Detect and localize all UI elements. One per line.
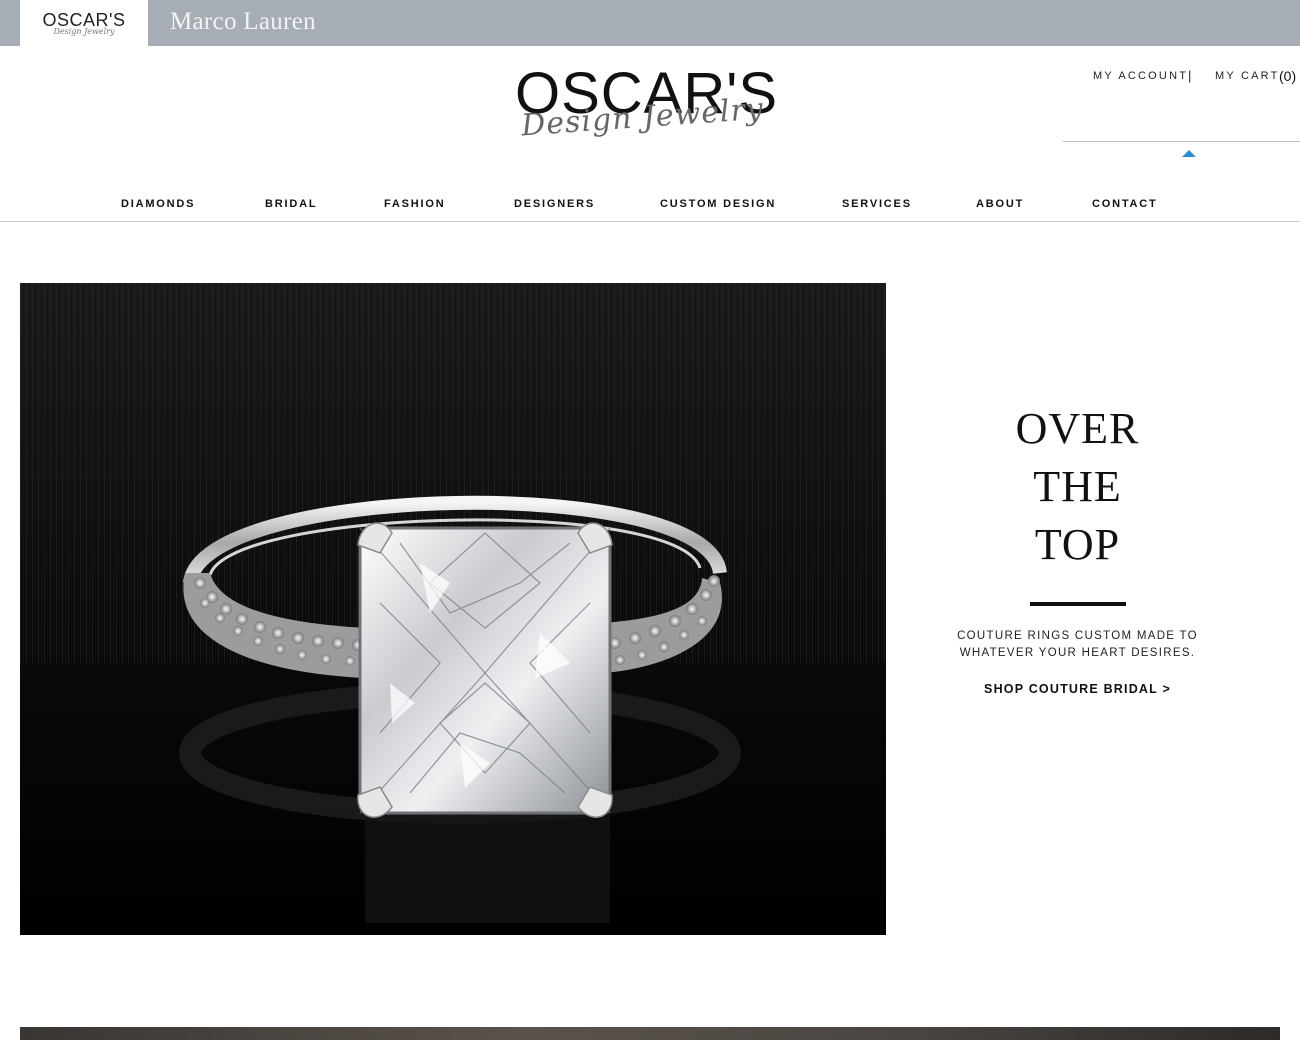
hero-ring-image[interactable] [20,283,886,935]
nav-item-fashion[interactable]: FASHION [384,198,446,210]
cart-count[interactable]: (0) [1279,68,1296,84]
promo-description-line-2: WHATEVER YOUR HEART DESIRES. [959,647,1196,659]
search-input[interactable] [1063,110,1300,140]
brand-tab-oscars[interactable]: OSCAR'S Design Jewelry [20,0,148,46]
next-banner-image[interactable] [20,1027,1280,1040]
search-underline [1063,141,1300,142]
promo-divider [1029,602,1126,606]
nav-item-about[interactable]: ABOUT [976,198,1024,210]
brand-tab-marco-lauren[interactable]: Marco Lauren [170,8,316,36]
my-account-link[interactable]: MY ACCOUNT [1093,70,1188,82]
promo-title-line-3: TOP [1034,520,1121,569]
nav-item-diamonds[interactable]: DIAMONDS [121,198,195,210]
caret-up-icon [1182,150,1196,157]
promo-title-line-2: THE [1033,462,1122,511]
promo-description-line-1: COUTURE RINGS CUSTOM MADE TO [957,630,1198,642]
nav-item-bridal[interactable]: BRIDAL [265,198,317,210]
header-separator: | [1188,68,1194,83]
brand-switcher-bar: OSCAR'S Design Jewelry Marco Lauren [0,0,1300,46]
site-logo[interactable]: OSCAR'S Design Jewelry [495,60,790,180]
promo-description: COUTURE RINGS CUSTOM MADE TO WHATEVER YO… [900,628,1255,662]
promo-panel: OVER THE TOP COUTURE RINGS CUSTOM MADE T… [900,400,1255,698]
nav-item-designers[interactable]: DESIGNERS [514,198,595,210]
brand-tab-oscars-script: Design Jewelry [53,26,115,36]
my-cart-link[interactable]: MY CART [1215,70,1280,82]
shop-couture-bridal-link[interactable]: SHOP COUTURE BRIDAL > [984,682,1171,696]
main-navigation: DIAMONDS BRIDAL FASHION DESIGNERS CUSTOM… [0,186,1300,222]
nav-item-services[interactable]: SERVICES [842,198,912,210]
promo-title-line-1: OVER [1015,404,1140,453]
promo-title: OVER THE TOP [900,400,1255,574]
nav-item-contact[interactable]: CONTACT [1092,198,1158,210]
nav-item-custom-design[interactable]: CUSTOM DESIGN [660,198,776,210]
